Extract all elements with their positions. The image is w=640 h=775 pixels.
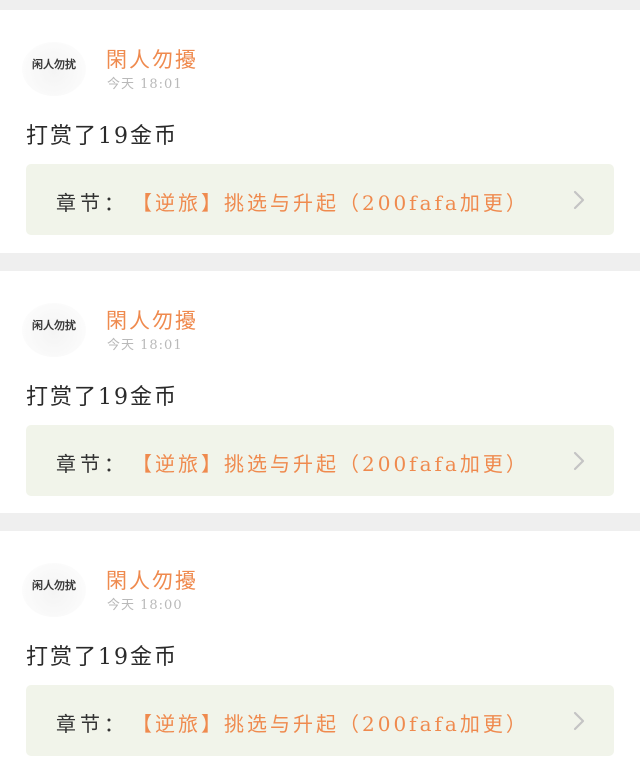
avatar[interactable]: 闲人勿扰 [22,303,86,357]
username[interactable]: 閑人勿擾 [106,44,198,74]
chapter-title: 【逆旅】挑选与升起（200fafa加更） [132,452,529,476]
reward-card: 闲人勿扰 閑人勿擾 今天 18:01 打赏了19金币 章节： 【逆旅】挑选与升起… [0,10,640,253]
avatar-label: 闲人勿扰 [32,58,76,71]
chevron-right-icon [573,451,585,471]
reward-feed: 闲人勿扰 閑人勿擾 今天 18:01 打赏了19金币 章节： 【逆旅】挑选与升起… [0,0,640,775]
username[interactable]: 閑人勿擾 [106,305,198,335]
reward-message: 打赏了19金币 [26,124,178,149]
chevron-right-icon [573,711,585,731]
chapter-prefix: 章节： [56,191,128,215]
avatar-label: 闲人勿扰 [32,579,76,592]
chapter-link[interactable]: 章节： 【逆旅】挑选与升起（200fafa加更） [26,685,614,756]
chapter-link[interactable]: 章节： 【逆旅】挑选与升起（200fafa加更） [26,425,614,496]
timestamp: 今天 18:01 [107,338,183,353]
reward-card: 闲人勿扰 閑人勿擾 今天 18:01 打赏了19金币 章节： 【逆旅】挑选与升起… [0,271,640,513]
username[interactable]: 閑人勿擾 [106,565,198,595]
chevron-right-icon [573,190,585,210]
avatar[interactable]: 闲人勿扰 [22,563,86,617]
reward-message: 打赏了19金币 [26,385,178,410]
reward-card: 闲人勿扰 閑人勿擾 今天 18:00 打赏了19金币 章节： 【逆旅】挑选与升起… [0,531,640,775]
chapter-title: 【逆旅】挑选与升起（200fafa加更） [132,712,529,736]
timestamp: 今天 18:01 [107,77,183,92]
avatar-label: 闲人勿扰 [32,319,76,332]
timestamp: 今天 18:00 [107,598,183,613]
chapter-prefix: 章节： [56,452,128,476]
reward-message: 打赏了19金币 [26,645,178,670]
chapter-title: 【逆旅】挑选与升起（200fafa加更） [132,191,529,215]
chapter-prefix: 章节： [56,712,128,736]
avatar[interactable]: 闲人勿扰 [22,42,86,96]
chapter-link[interactable]: 章节： 【逆旅】挑选与升起（200fafa加更） [26,164,614,235]
